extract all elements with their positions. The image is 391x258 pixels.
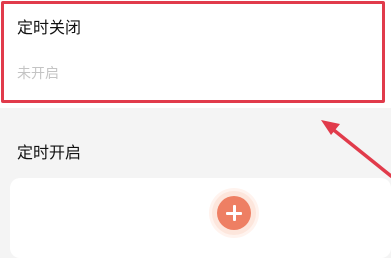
- highlight-annotation-box: [1, 1, 385, 103]
- timer-settings-page: 定时关闭 未开启 定时开启: [0, 0, 391, 258]
- add-button-circle: [217, 196, 251, 230]
- timer-on-card: [10, 178, 391, 258]
- timer-on-section-title: 定时开启: [17, 143, 82, 162]
- add-timer-button[interactable]: [212, 191, 256, 235]
